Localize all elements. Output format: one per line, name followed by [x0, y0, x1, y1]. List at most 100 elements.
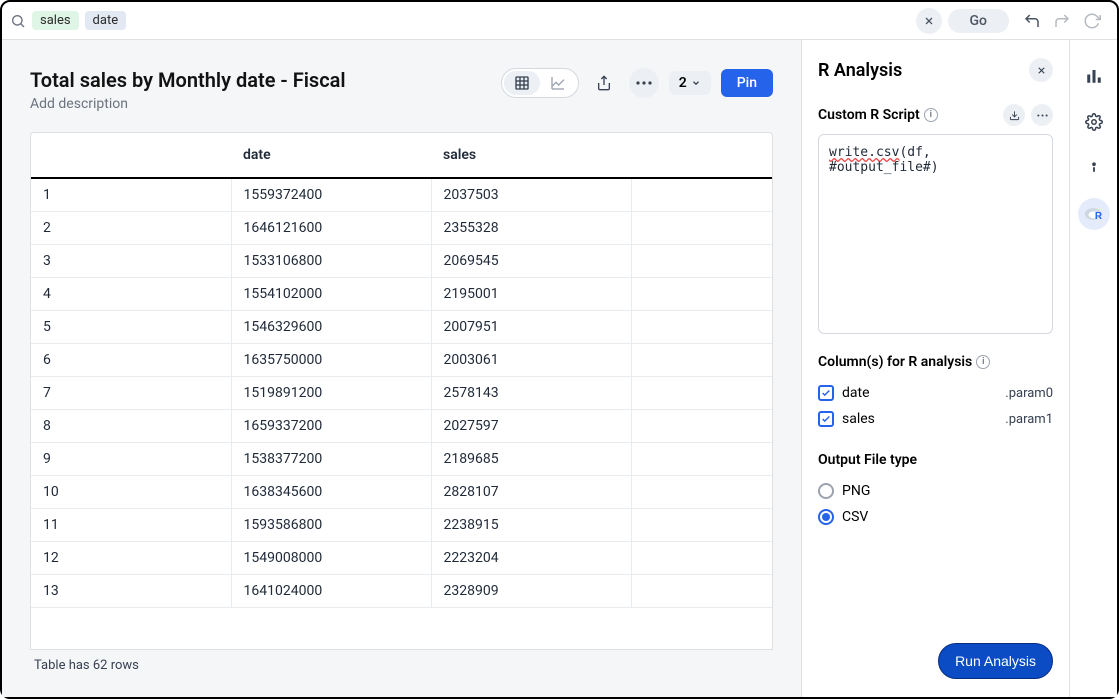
- history-controls: [1015, 12, 1109, 30]
- table-cell: 2238915: [431, 509, 631, 542]
- table-cell: 10: [31, 476, 231, 509]
- page-title: Total sales by Monthly date - Fiscal: [30, 68, 346, 92]
- sidebar-chart-button[interactable]: [1078, 60, 1110, 92]
- r-script-input[interactable]: write.csv(df, #output_file#): [818, 134, 1053, 334]
- table-cell: 1641024000: [231, 575, 431, 608]
- column-param: .param0: [1005, 386, 1053, 401]
- column-row[interactable]: sales .param1: [818, 406, 1053, 432]
- table-footer: Table has 62 rows: [30, 650, 801, 697]
- table-cell: 1554102000: [231, 278, 431, 311]
- output-type-option[interactable]: CSV: [818, 504, 1053, 530]
- output-type-option[interactable]: PNG: [818, 478, 1053, 504]
- table-cell: 1638345600: [231, 476, 431, 509]
- output-type-label: Output File type: [818, 452, 1053, 468]
- table-cell: [631, 476, 772, 509]
- r-analysis-panel: R Analysis Custom R Script i write.csv(d…: [801, 40, 1069, 697]
- search-chip-sales[interactable]: sales: [32, 11, 79, 30]
- table-row[interactable]: 1316410240002328909: [31, 575, 772, 608]
- table-cell: 9: [31, 443, 231, 476]
- sidebar-settings-button[interactable]: [1078, 106, 1110, 138]
- table-header-blank: [631, 133, 772, 178]
- info-icon[interactable]: i: [976, 355, 990, 369]
- script-more-button[interactable]: [1031, 104, 1053, 126]
- table-cell: 2027597: [431, 410, 631, 443]
- table-row[interactable]: 515463296002007951: [31, 311, 772, 344]
- search-area[interactable]: sales date: [10, 11, 910, 30]
- column-checkbox[interactable]: [818, 385, 834, 401]
- clear-search-button[interactable]: [916, 8, 942, 34]
- column-param: .param1: [1005, 412, 1053, 427]
- table-cell: 1519891200: [231, 377, 431, 410]
- sidebar-r-button[interactable]: R: [1078, 198, 1110, 230]
- refresh-button[interactable]: [1083, 12, 1101, 30]
- table-cell: 2069545: [431, 245, 631, 278]
- table-header-date[interactable]: date: [231, 133, 431, 178]
- undo-button[interactable]: [1023, 12, 1041, 30]
- table-cell: 1538377200: [231, 443, 431, 476]
- table-cell: [631, 245, 772, 278]
- column-checkbox[interactable]: [818, 411, 834, 427]
- table-cell: 12: [31, 542, 231, 575]
- table-cell: 11: [31, 509, 231, 542]
- page-description[interactable]: Add description: [30, 96, 346, 112]
- table-header-index[interactable]: [31, 133, 231, 178]
- table-row[interactable]: 315331068002069545: [31, 245, 772, 278]
- table-row[interactable]: 715198912002578143: [31, 377, 772, 410]
- table-row[interactable]: 1215490080002223204: [31, 542, 772, 575]
- table-row[interactable]: 415541020002195001: [31, 278, 772, 311]
- table-cell: 1533106800: [231, 245, 431, 278]
- more-actions-button[interactable]: [629, 68, 659, 98]
- script-label: Custom R Script i: [818, 107, 938, 123]
- table-cell: [631, 410, 772, 443]
- redo-button[interactable]: [1053, 12, 1071, 30]
- content-toolbar: 2 Pin: [501, 68, 773, 98]
- table-cell: 4: [31, 278, 231, 311]
- table-cell: [631, 311, 772, 344]
- table-cell: 13: [31, 575, 231, 608]
- radio-label: CSV: [842, 509, 868, 525]
- table-row[interactable]: 915383772002189685: [31, 443, 772, 476]
- table-cell: 2578143: [431, 377, 631, 410]
- right-sidebar: R: [1069, 40, 1117, 697]
- table-row[interactable]: 216461216002355328: [31, 212, 772, 245]
- table-cell: 1: [31, 179, 231, 212]
- table-cell: 6: [31, 344, 231, 377]
- table-row[interactable]: 1115935868002238915: [31, 509, 772, 542]
- table-cell: 1635750000: [231, 344, 431, 377]
- info-icon[interactable]: i: [924, 108, 938, 122]
- table-view-button[interactable]: [504, 71, 540, 95]
- table-cell: [631, 509, 772, 542]
- search-icon: [10, 13, 26, 29]
- table-row[interactable]: 816593372002027597: [31, 410, 772, 443]
- table-row[interactable]: 616357500002003061: [31, 344, 772, 377]
- run-analysis-button[interactable]: Run Analysis: [938, 643, 1053, 679]
- download-script-button[interactable]: [1003, 104, 1025, 126]
- content-pane: Total sales by Monthly date - Fiscal Add…: [2, 40, 801, 697]
- share-button[interactable]: [589, 68, 619, 98]
- column-name: date: [842, 385, 870, 401]
- table-cell: [631, 575, 772, 608]
- pin-button[interactable]: Pin: [721, 69, 773, 97]
- radio-button[interactable]: [818, 509, 834, 525]
- viz-count-selector[interactable]: 2: [669, 71, 711, 95]
- table-header-sales[interactable]: sales: [431, 133, 631, 178]
- table-cell: [631, 212, 772, 245]
- close-panel-button[interactable]: [1029, 58, 1053, 82]
- radio-button[interactable]: [818, 483, 834, 499]
- search-chip-date[interactable]: date: [85, 11, 127, 30]
- table-cell: 1546329600: [231, 311, 431, 344]
- table-row[interactable]: 115593724002037503: [31, 179, 772, 212]
- table-cell: [631, 377, 772, 410]
- go-button[interactable]: Go: [948, 9, 1009, 33]
- table-cell: [631, 542, 772, 575]
- table-cell: 2328909: [431, 575, 631, 608]
- columns-label: Column(s) for R analysis i: [818, 354, 1053, 370]
- data-table: date sales 11559372400203750321646121600…: [30, 132, 773, 650]
- panel-title: R Analysis: [818, 60, 902, 81]
- sidebar-info-button[interactable]: [1078, 152, 1110, 184]
- chart-view-button[interactable]: [540, 71, 576, 95]
- table-row[interactable]: 1016383456002828107: [31, 476, 772, 509]
- table-cell: [631, 344, 772, 377]
- column-row[interactable]: date .param0: [818, 380, 1053, 406]
- table-cell: 2223204: [431, 542, 631, 575]
